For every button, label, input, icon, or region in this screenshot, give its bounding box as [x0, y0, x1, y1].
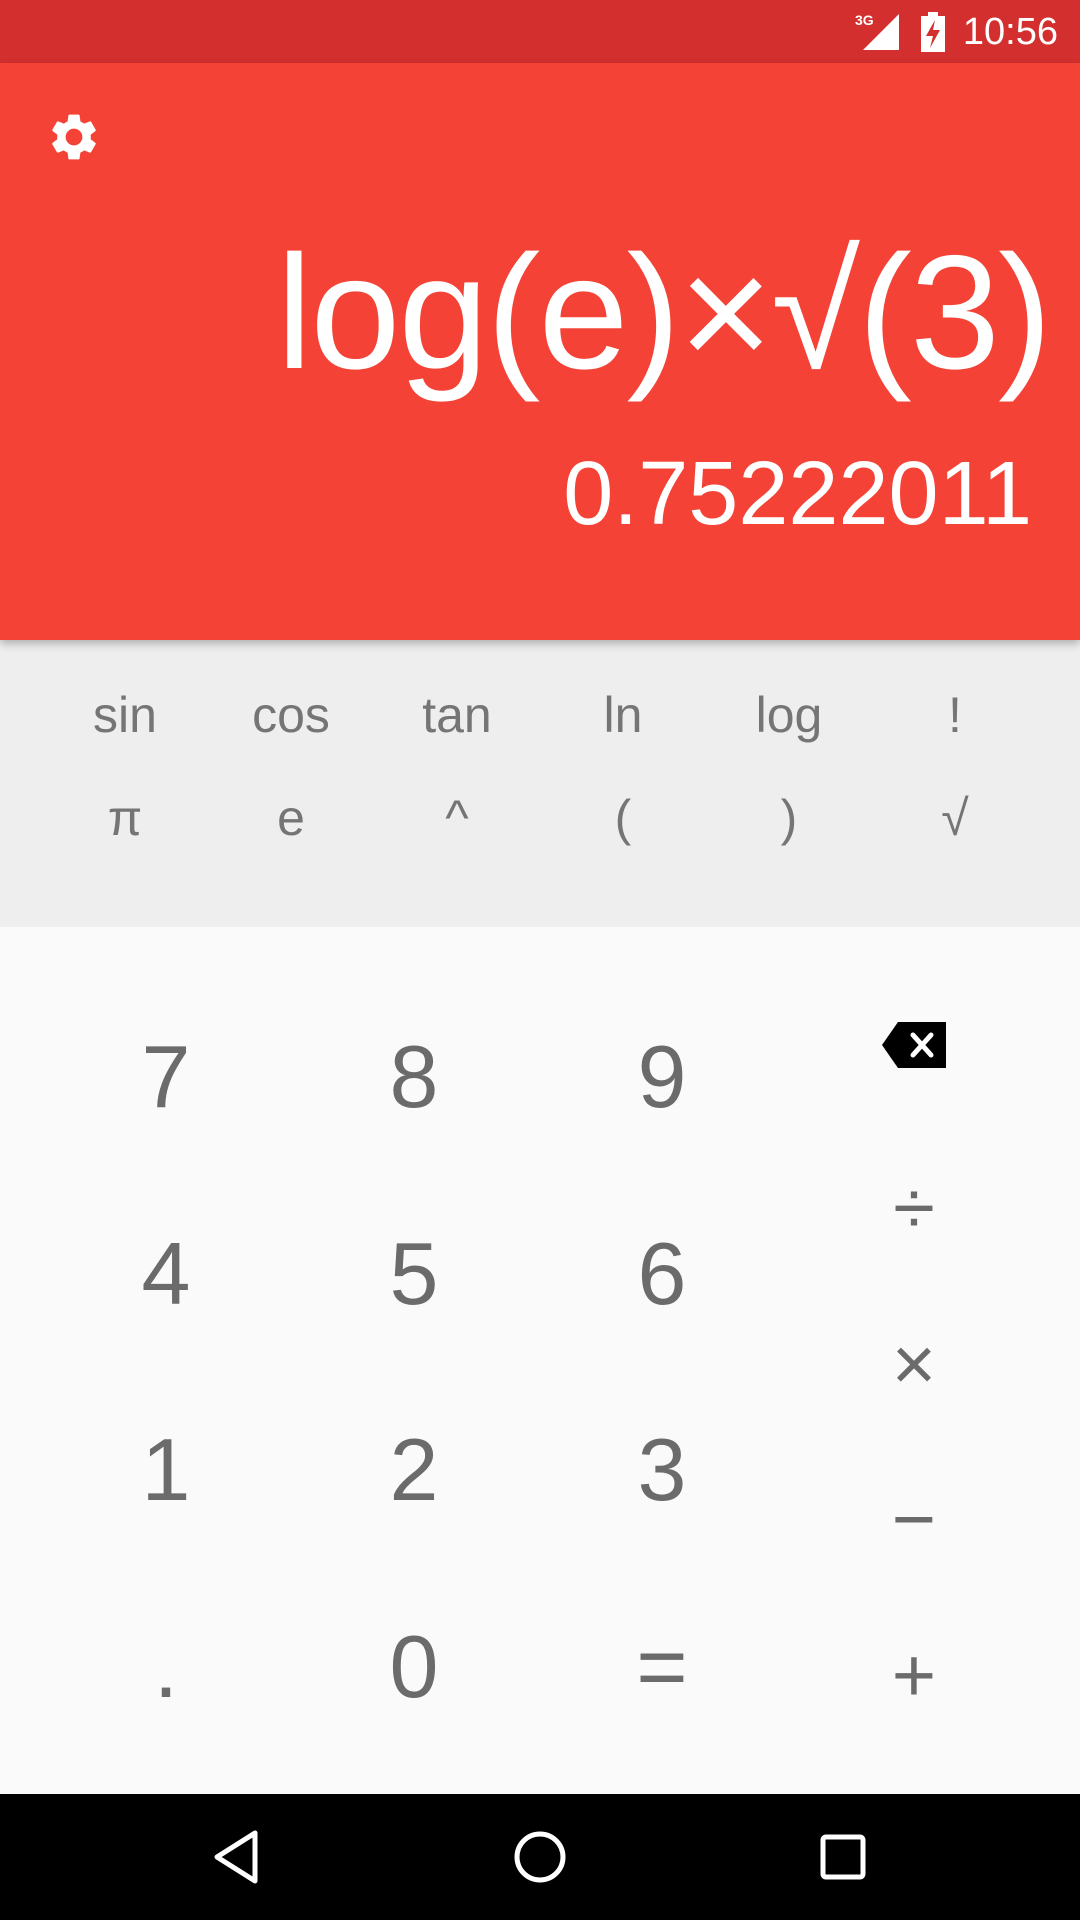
function-panel: sin cos tan ln log ! π e ^ ( ) √	[0, 640, 1080, 927]
open-paren-button[interactable]: (	[540, 773, 706, 863]
digit-5-button[interactable]: 5	[290, 1184, 538, 1364]
navigation-bar	[0, 1794, 1080, 1920]
decimal-point-button[interactable]: .	[42, 1577, 290, 1757]
home-icon[interactable]	[510, 1827, 570, 1887]
signal-3g-icon: 3G	[855, 12, 899, 50]
sqrt-button[interactable]: √	[872, 773, 1038, 863]
e-button[interactable]: e	[208, 773, 374, 863]
close-paren-button[interactable]: )	[706, 773, 872, 863]
pi-button[interactable]: π	[42, 773, 208, 863]
status-bar: 3G 10:56	[0, 0, 1080, 63]
digit-4-button[interactable]: 4	[42, 1184, 290, 1364]
ln-button[interactable]: ln	[540, 670, 706, 760]
equals-button[interactable]: =	[538, 1577, 786, 1757]
add-button[interactable]: +	[790, 1601, 1038, 1751]
factorial-button[interactable]: !	[872, 670, 1038, 760]
digit-2-button[interactable]: 2	[290, 1380, 538, 1560]
digit-1-button[interactable]: 1	[42, 1380, 290, 1560]
function-row-1: sin cos tan ln log !	[0, 670, 1080, 760]
subtract-button[interactable]: −	[790, 1445, 1038, 1595]
multiply-button[interactable]: ×	[790, 1290, 1038, 1440]
divide-button[interactable]: ÷	[790, 1134, 1038, 1284]
cos-button[interactable]: cos	[208, 670, 374, 760]
sin-button[interactable]: sin	[42, 670, 208, 760]
digit-7-button[interactable]: 7	[42, 987, 290, 1167]
digit-8-button[interactable]: 8	[290, 987, 538, 1167]
battery-charging-icon	[921, 12, 945, 52]
result-display: 0.75222011	[563, 444, 1032, 544]
status-time: 10:56	[962, 11, 1058, 53]
back-icon[interactable]	[207, 1827, 267, 1887]
backspace-icon[interactable]	[880, 1020, 948, 1070]
digit-3-button[interactable]: 3	[538, 1380, 786, 1560]
svg-text:3G: 3G	[855, 12, 874, 28]
gear-icon[interactable]	[46, 109, 102, 165]
expression-display[interactable]: log(e)×√(3)	[276, 218, 1052, 408]
tan-button[interactable]: tan	[374, 670, 540, 760]
recents-icon[interactable]	[813, 1827, 873, 1887]
log-button[interactable]: log	[706, 670, 872, 760]
calculator-display: log(e)×√(3) 0.75222011	[0, 63, 1080, 640]
power-button[interactable]: ^	[374, 773, 540, 863]
function-row-2: π e ^ ( ) √	[0, 773, 1080, 863]
digit-0-button[interactable]: 0	[290, 1577, 538, 1757]
digit-6-button[interactable]: 6	[538, 1184, 786, 1364]
digit-9-button[interactable]: 9	[538, 987, 786, 1167]
